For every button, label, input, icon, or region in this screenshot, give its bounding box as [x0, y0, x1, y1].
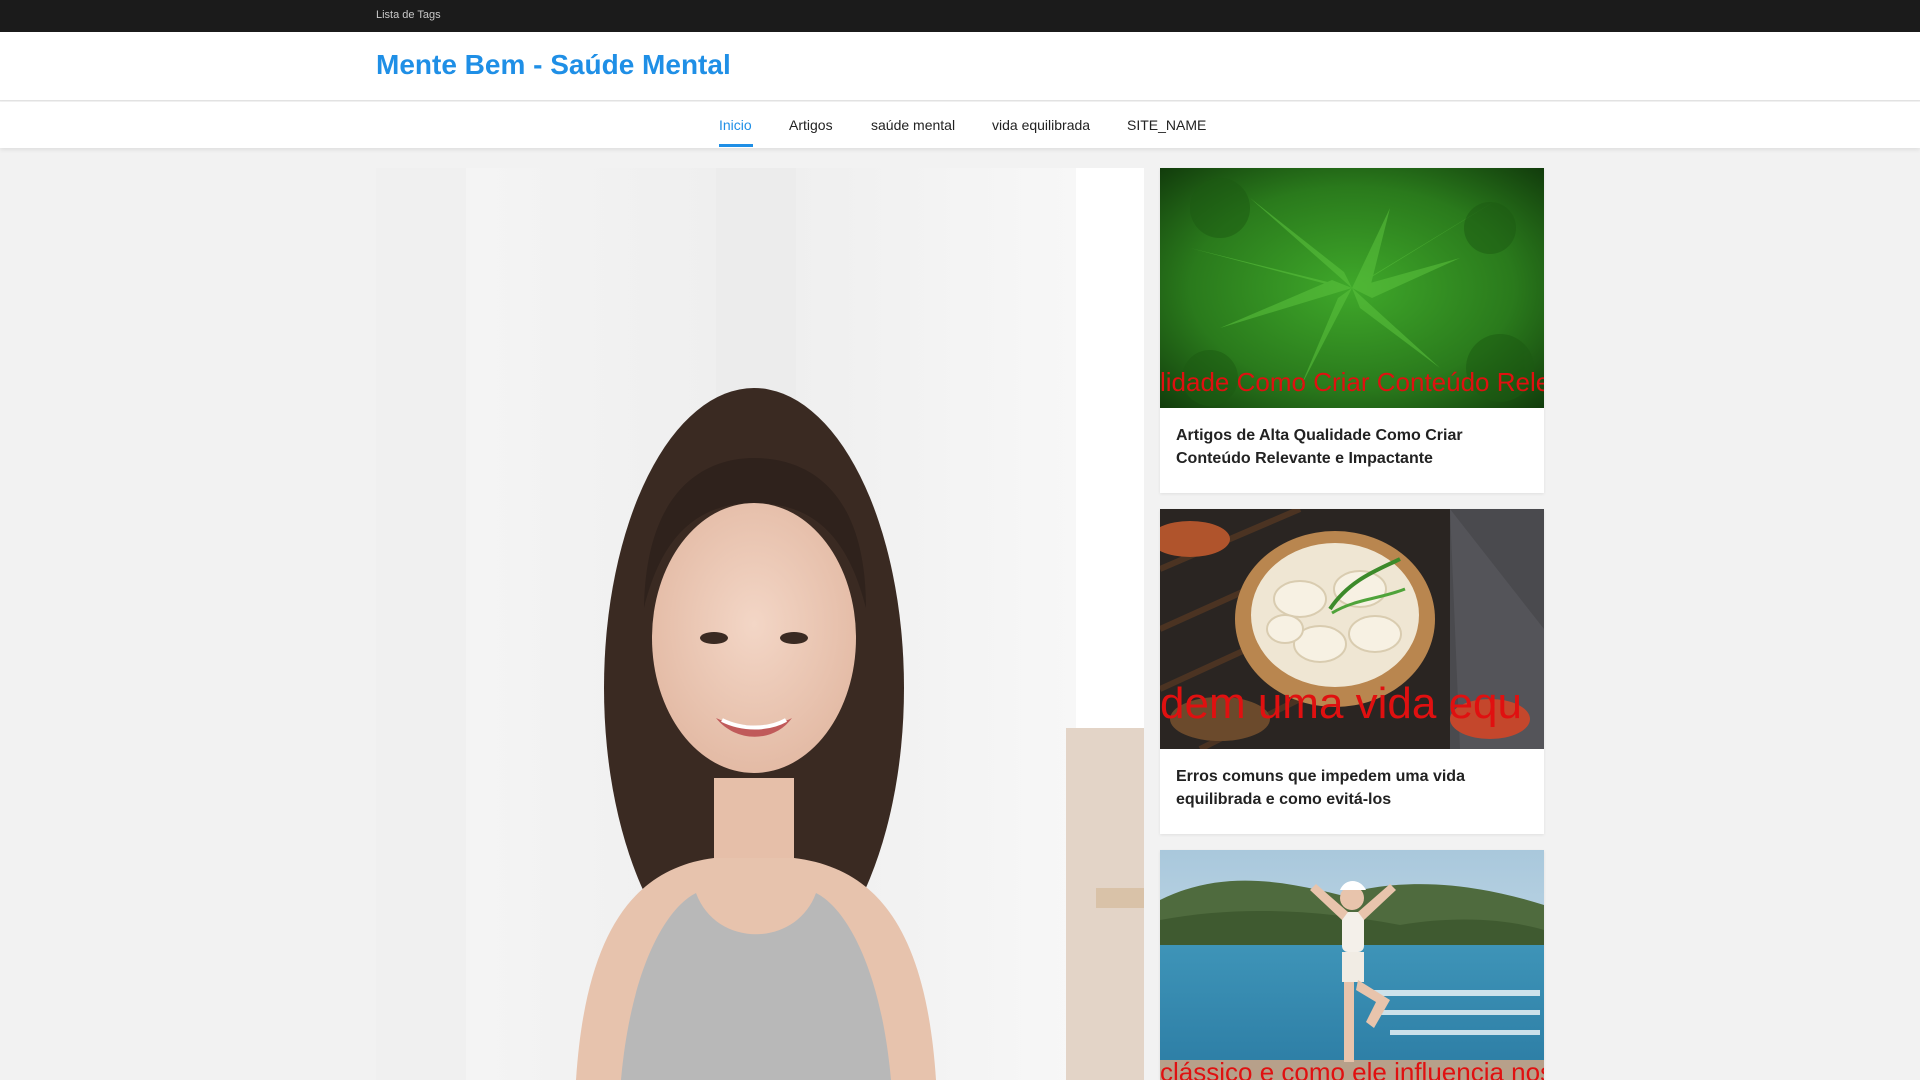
- article-thumbnail[interactable]: clássico e como ele influencia noss: [1160, 850, 1544, 1080]
- woman-exercising-lake-image: [1160, 850, 1544, 1080]
- nav-item-saude-mental[interactable]: saúde mental: [871, 117, 955, 133]
- featured-article-image[interactable]: [376, 168, 1144, 1080]
- active-tab-indicator: [719, 144, 753, 147]
- image-overlay-text: dem uma vida equ: [1160, 679, 1522, 728]
- article-card[interactable]: clássico e como ele influencia noss: [1160, 850, 1544, 1080]
- article-thumbnail[interactable]: lidade Como Criar Conteúdo Rele: [1160, 168, 1544, 408]
- nav-item-inicio[interactable]: Inicio: [719, 117, 752, 133]
- article-title[interactable]: Erros comuns que impedem uma vida equili…: [1160, 749, 1544, 811]
- tag-list-link[interactable]: Lista de Tags: [376, 9, 441, 21]
- article-thumbnail[interactable]: dem uma vida equ: [1160, 509, 1544, 749]
- image-overlay-text: clássico e como ele influencia noss: [1160, 1057, 1544, 1080]
- site-header: Mente Bem - Saúde Mental: [0, 32, 1920, 101]
- main-nav: Inicio Artigos saúde mental vida equilib…: [0, 102, 1920, 148]
- woman-portrait-image: [376, 168, 1144, 1080]
- article-card[interactable]: lidade Como Criar Conteúdo Rele Artigos …: [1160, 168, 1544, 493]
- nav-item-site-name[interactable]: SITE_NAME: [1127, 117, 1206, 133]
- article-title[interactable]: Artigos de Alta Qualidade Como Criar Con…: [1160, 408, 1544, 470]
- top-bar: Lista de Tags: [0, 0, 1920, 32]
- image-overlay-text: lidade Como Criar Conteúdo Rele: [1160, 367, 1544, 397]
- site-title[interactable]: Mente Bem - Saúde Mental: [376, 49, 731, 81]
- article-card[interactable]: dem uma vida equ Erros comuns que impede…: [1160, 509, 1544, 834]
- nav-item-artigos[interactable]: Artigos: [789, 117, 833, 133]
- nav-item-vida-equilibrada[interactable]: vida equilibrada: [992, 117, 1090, 133]
